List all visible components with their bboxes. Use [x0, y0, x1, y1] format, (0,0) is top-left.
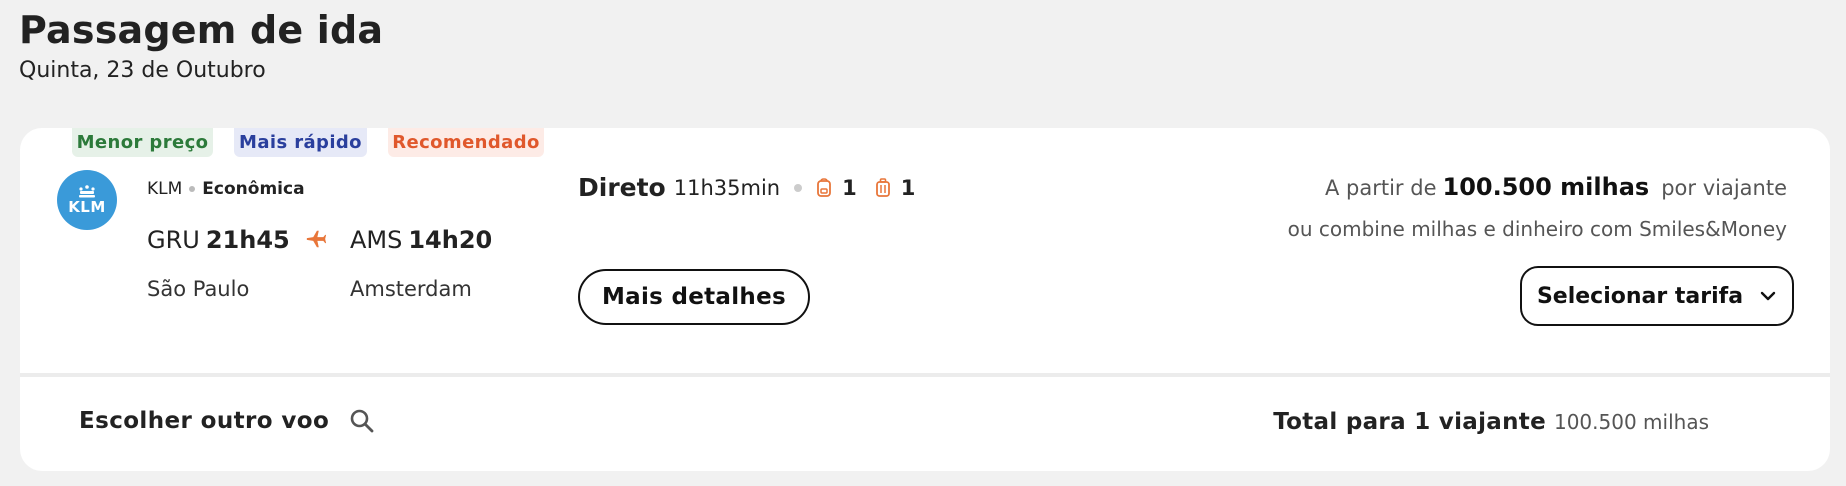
- airline-logo: KLM: [57, 170, 117, 230]
- page: Passagem de ida Quinta, 23 de Outubro Me…: [0, 0, 1846, 486]
- arrival-time: 14h20: [408, 226, 493, 254]
- tag-fastest: Mais rápido: [234, 128, 367, 157]
- select-fare-button[interactable]: Selecionar tarifa: [1520, 266, 1794, 326]
- page-title: Passagem de ida: [19, 8, 384, 52]
- crown-icon: [79, 185, 95, 198]
- per-traveler-label: por viajante: [1661, 176, 1787, 200]
- checked-baggage: 1: [875, 175, 916, 200]
- separator-dot: [794, 183, 803, 192]
- total-summary: Total para 1 viajante 100.500 milhas: [1273, 409, 1709, 435]
- choose-other-label: Escolher outro voo: [79, 408, 330, 434]
- stops-label: Direto: [578, 173, 666, 202]
- price-miles: 100.500 milhas: [1442, 173, 1650, 201]
- search-icon: [350, 409, 374, 433]
- total-amount: 100.500 milhas: [1553, 410, 1709, 434]
- departure-time: 21h45: [205, 226, 290, 254]
- flight-card: [20, 128, 1830, 373]
- plane-icon: [306, 230, 327, 248]
- choose-other-flight-link[interactable]: Escolher outro voo: [79, 408, 375, 434]
- destination-code: AMS: [350, 226, 403, 254]
- origin-city: São Paulo: [147, 277, 250, 301]
- arrival: AMS 14h20: [350, 226, 492, 254]
- from-label: A partir de: [1324, 176, 1437, 200]
- checked-bag-count: 1: [900, 175, 916, 200]
- departure: GRU 21h45: [147, 226, 290, 254]
- backpack-icon: [817, 177, 831, 197]
- page-date: Quinta, 23 de Outubro: [19, 58, 266, 83]
- more-details-button[interactable]: Mais detalhes: [578, 269, 810, 325]
- suitcase-icon: [875, 177, 890, 197]
- airline-name: KLM: [147, 179, 183, 199]
- separator-dot: [189, 186, 196, 192]
- destination-city: Amsterdam: [350, 277, 472, 301]
- tag-recommended: Recomendado: [388, 128, 544, 157]
- select-fare-label: Selecionar tarifa: [1536, 283, 1744, 309]
- carry-on-count: 1: [842, 175, 857, 200]
- carry-on-baggage: 1: [816, 176, 857, 200]
- total-label: Total para 1 viajante: [1273, 409, 1546, 435]
- chevron-down-icon: [1760, 291, 1776, 301]
- airline-logo-text: KLM: [68, 198, 106, 216]
- origin-code: GRU: [147, 226, 200, 254]
- flight-duration: 11h35min: [673, 175, 781, 200]
- airline-info: KLM Econômica: [147, 179, 305, 199]
- price-summary: A partir de 100.500 milhas por viajante: [1325, 173, 1787, 201]
- cabin-class: Econômica: [202, 179, 305, 199]
- flight-summary: Direto 11h35min 1 1: [578, 173, 933, 202]
- tag-cheapest: Menor preço: [72, 128, 213, 157]
- smiles-money-note: ou combine milhas e dinheiro com Smiles&…: [1287, 217, 1787, 241]
